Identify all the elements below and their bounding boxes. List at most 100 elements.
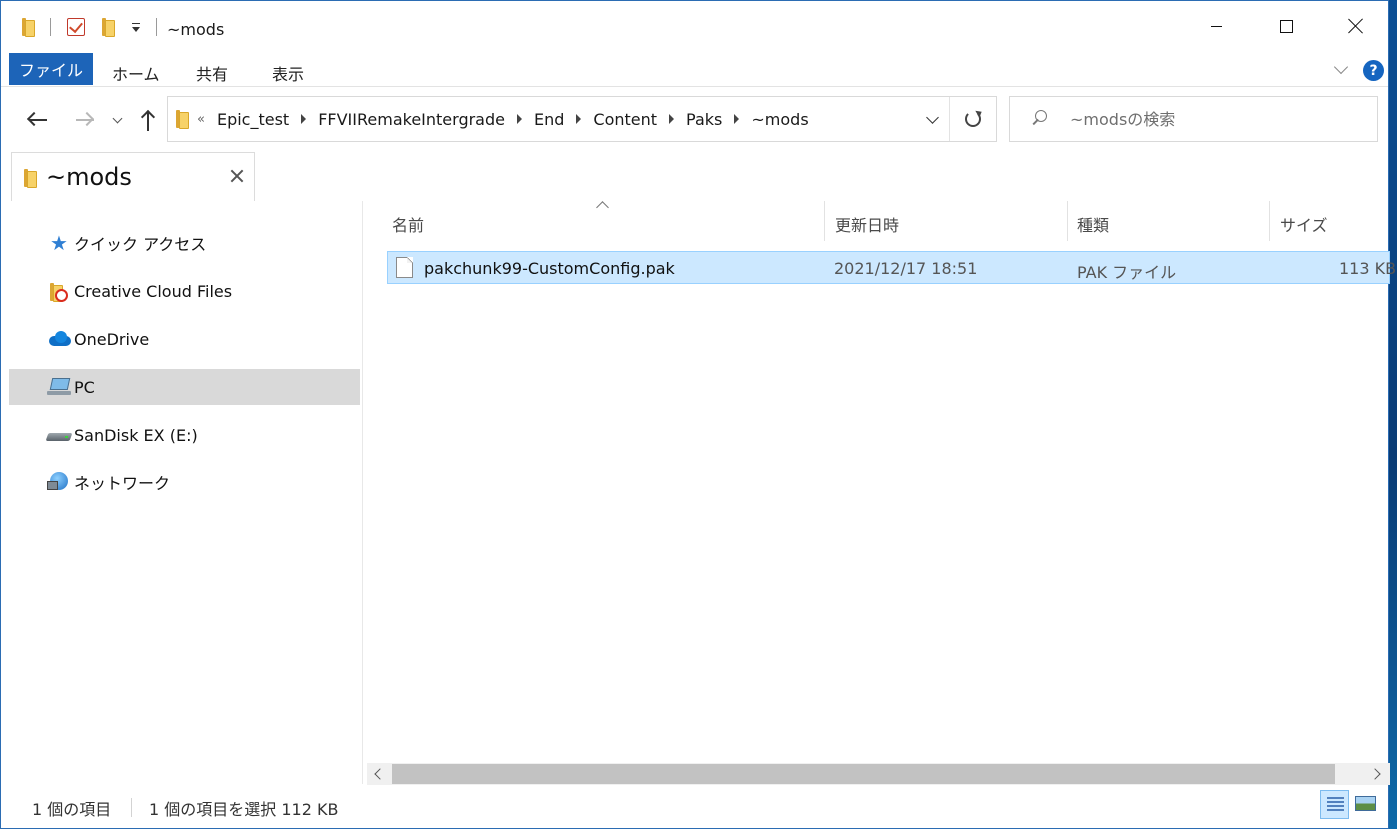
- maximize-button[interactable]: [1251, 1, 1321, 51]
- status-separator: [131, 798, 132, 817]
- forward-button[interactable]: [69, 105, 99, 135]
- nav-item-creative-cloud-files[interactable]: Creative Cloud Files: [9, 273, 360, 309]
- nav-item-quick-access[interactable]: ★ クイック アクセス: [9, 225, 360, 261]
- customize-toolbar-dropdown-icon[interactable]: [132, 23, 140, 32]
- window-folder-icon: [22, 18, 35, 37]
- crumb-separator-icon[interactable]: [734, 114, 740, 124]
- minimize-button[interactable]: [1181, 1, 1251, 51]
- crumb-content[interactable]: Content: [593, 110, 657, 129]
- nav-item-label: SanDisk EX (E:): [74, 425, 198, 445]
- breadcrumb: « Epic_test FFVIIRemakeIntergrade End Co…: [168, 97, 809, 141]
- horizontal-scrollbar[interactable]: [367, 763, 1390, 785]
- refresh-icon: [965, 111, 981, 127]
- chevron-down-icon: [926, 110, 939, 124]
- crumb-ffviiremakeintergrade[interactable]: FFVIIRemakeIntergrade: [318, 110, 505, 129]
- ribbon-tabs: ファイル ホーム 共有 表示 ?: [1, 51, 1388, 87]
- large-icons-view-button[interactable]: [1351, 790, 1380, 819]
- item-count: 1 個の項目: [32, 800, 112, 819]
- nav-item-label: ネットワーク: [74, 474, 171, 493]
- recent-locations-button[interactable]: [104, 105, 130, 135]
- properties-check-icon[interactable]: [67, 18, 85, 36]
- new-folder-icon[interactable]: [102, 18, 115, 37]
- address-folder-icon: [176, 110, 189, 129]
- explorer-window: ~mods ファイル ホーム 共有 表示 ? « Epic_test FFVII…: [0, 0, 1396, 829]
- help-icon[interactable]: ?: [1363, 60, 1384, 81]
- file-row[interactable]: pakchunk99-CustomConfig.pak 2021/12/17 1…: [387, 251, 1396, 284]
- scrollbar-thumb[interactable]: [392, 764, 1335, 784]
- crumb-separator-icon[interactable]: [669, 114, 675, 124]
- network-icon: [47, 471, 71, 493]
- title-bar: ~mods: [1, 1, 1388, 51]
- crumb-mods[interactable]: ~mods: [751, 110, 808, 129]
- nav-item-label: PC: [74, 377, 95, 397]
- details-view-icon: [1327, 797, 1344, 813]
- column-header-size[interactable]: サイズ: [1280, 212, 1328, 236]
- navigation-pane: ★ クイック アクセス Creative Cloud Files OneDriv…: [1, 201, 363, 784]
- search-icon: [1032, 110, 1048, 126]
- crumb-separator-icon[interactable]: [301, 114, 307, 124]
- quick-access-separator: [50, 18, 51, 36]
- column-divider[interactable]: [1269, 201, 1270, 241]
- window-title: ~mods: [167, 20, 225, 39]
- maximize-icon: [1279, 19, 1293, 33]
- column-divider[interactable]: [1067, 201, 1068, 241]
- scroll-right-icon[interactable]: [1369, 768, 1381, 780]
- file-modified: 2021/12/17 18:51: [834, 259, 978, 278]
- cloud-icon: [47, 328, 71, 350]
- scroll-left-icon[interactable]: [374, 768, 386, 780]
- nav-item-network[interactable]: ネットワーク: [9, 464, 360, 500]
- expand-ribbon-chevron-icon[interactable]: [1333, 59, 1349, 75]
- tab-share[interactable]: 共有: [196, 61, 228, 85]
- refresh-button[interactable]: [950, 97, 996, 141]
- computer-icon: [47, 376, 71, 398]
- address-history-button[interactable]: [916, 97, 950, 141]
- nav-item-label: Creative Cloud Files: [74, 281, 233, 301]
- search-input[interactable]: [1070, 107, 1360, 131]
- tab-file[interactable]: ファイル: [9, 53, 93, 85]
- column-header-name[interactable]: 名前: [392, 212, 424, 236]
- tab-home[interactable]: ホーム: [112, 61, 160, 85]
- file-name: pakchunk99-CustomConfig.pak: [424, 259, 675, 278]
- star-icon: ★: [50, 231, 68, 255]
- location-title: ~mods: [46, 163, 132, 191]
- crumb-end[interactable]: End: [534, 110, 564, 129]
- details-view-button[interactable]: [1320, 790, 1349, 819]
- file-icon: [396, 257, 413, 278]
- crumb-separator-icon[interactable]: [576, 114, 582, 124]
- search-box[interactable]: [1009, 96, 1378, 142]
- close-icon: [1348, 18, 1364, 34]
- up-button[interactable]: [133, 105, 163, 135]
- folder-icon: [24, 169, 37, 188]
- nav-item-pc[interactable]: PC: [9, 369, 360, 405]
- back-arrow-icon: [26, 111, 47, 128]
- column-divider[interactable]: [824, 201, 825, 241]
- close-tab-icon[interactable]: [230, 169, 244, 183]
- crumb-separator-icon[interactable]: [516, 114, 522, 124]
- column-header-modified[interactable]: 更新日時: [835, 212, 899, 236]
- address-bar[interactable]: « Epic_test FFVIIRemakeIntergrade End Co…: [167, 96, 997, 142]
- crumb-paks[interactable]: Paks: [686, 110, 722, 129]
- column-headers: 名前 更新日時 種類 サイズ: [384, 201, 1390, 243]
- forward-arrow-icon: [74, 111, 95, 128]
- status-bar: 1 個の項目 1 個の項目を選択 112 KB: [1, 787, 1390, 829]
- title-separator: [156, 18, 157, 36]
- pane-divider[interactable]: [362, 201, 363, 784]
- column-header-type[interactable]: 種類: [1077, 212, 1109, 236]
- up-arrow-icon: [140, 109, 156, 131]
- file-type: PAK ファイル: [1077, 263, 1177, 282]
- crumb-epic-test[interactable]: Epic_test: [217, 110, 289, 129]
- tab-view[interactable]: 表示: [272, 61, 304, 85]
- location-tab[interactable]: ~mods: [11, 152, 255, 201]
- nav-item-label: OneDrive: [74, 329, 150, 349]
- back-button[interactable]: [22, 105, 52, 135]
- nav-item-onedrive[interactable]: OneDrive: [9, 321, 360, 357]
- drive-icon: [45, 424, 73, 446]
- nav-item-label: クイック アクセス: [74, 235, 207, 254]
- creative-cloud-folder-icon: [47, 280, 71, 302]
- selection-info: 1 個の項目を選択 112 KB: [149, 800, 339, 819]
- minimize-icon: [1210, 25, 1222, 27]
- close-button[interactable]: [1321, 1, 1391, 51]
- nav-item-sandisk[interactable]: SanDisk EX (E:): [9, 417, 360, 453]
- large-icons-view-icon: [1355, 796, 1376, 811]
- overflow-crumbs-icon[interactable]: «: [197, 112, 205, 127]
